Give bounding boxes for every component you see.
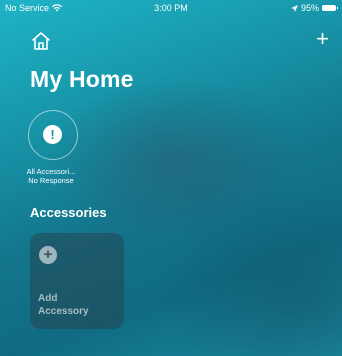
status-bar: No Service 3:00 PM 95% — [0, 0, 342, 16]
add-accessory-label-line2: Accessory — [38, 306, 89, 317]
battery-percent: 95% — [300, 3, 319, 13]
alert-icon: ! — [43, 125, 62, 144]
add-icon[interactable]: + — [316, 28, 329, 50]
location-arrow-icon — [290, 4, 298, 12]
add-accessory-label: Add Accessory — [38, 292, 118, 318]
plus-circle-icon: + — [39, 246, 57, 264]
home-icon[interactable] — [31, 31, 51, 51]
status-tile-subtitle: No Response — [28, 176, 74, 185]
page-title: My Home — [30, 66, 134, 92]
status-tile-title: All Accessori... — [26, 167, 76, 176]
status-right: 95% — [290, 3, 338, 13]
status-tile-caption: All Accessori... No Response — [22, 167, 80, 185]
add-accessory-button[interactable]: + Add Accessory — [30, 233, 124, 329]
add-accessory-label-line1: Add — [38, 293, 58, 304]
status-tile-button[interactable]: ! — [28, 110, 78, 160]
battery-icon — [322, 5, 338, 11]
accessories-section-title: Accessories — [30, 205, 107, 220]
